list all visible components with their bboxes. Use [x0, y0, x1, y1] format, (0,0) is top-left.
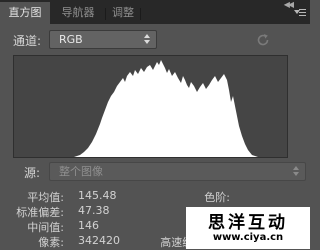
std-dev-value: 47.38: [78, 204, 110, 217]
watermark-url: www.ciya.cn: [212, 232, 284, 243]
chevron-updown-icon: [293, 165, 300, 178]
tab-histogram-label: 直方图: [8, 6, 42, 19]
tab-navigator-label: 导航器: [61, 6, 95, 19]
histogram-graph: [14, 60, 287, 157]
pixels-value: 342420: [78, 234, 120, 247]
panel-tab-bar: 直方图 导航器 调整 ◀◀: [0, 0, 310, 24]
std-dev-label: 标准偏差:: [16, 206, 64, 219]
histogram-panel: 直方图 导航器 调整 ◀◀ 通道: RGB 源: 整个图像 平均值: 145.4…: [0, 0, 310, 249]
channel-select-value: RGB: [59, 33, 83, 46]
panel-menu-icon[interactable]: [294, 9, 306, 17]
median-label: 中间值:: [27, 221, 64, 234]
pixels-label: 像素:: [38, 236, 64, 249]
collapse-icon[interactable]: ◀◀: [284, 0, 294, 9]
chevron-updown-icon: [144, 33, 151, 46]
level-label: 色阶:: [204, 191, 230, 204]
tab-adjustments-label: 调整: [112, 6, 134, 19]
refresh-icon[interactable]: [256, 33, 270, 47]
source-label: 源:: [24, 166, 41, 180]
mean-label: 平均值:: [27, 191, 64, 204]
mean-value: 145.48: [78, 189, 117, 202]
tab-histogram[interactable]: 直方图: [0, 2, 50, 24]
watermark-title: 思洋互动: [208, 213, 288, 233]
median-value: 146: [78, 219, 99, 232]
channel-label: 通道:: [13, 34, 42, 48]
tab-adjustments[interactable]: 调整: [106, 2, 141, 24]
source-select[interactable]: 整个图像: [49, 162, 306, 181]
channel-select[interactable]: RGB: [49, 30, 157, 49]
histogram-chart: [13, 55, 288, 158]
source-select-value: 整个图像: [59, 165, 103, 178]
watermark: 思洋互动 www.ciya.cn: [186, 207, 310, 249]
tab-navigator[interactable]: 导航器: [51, 2, 106, 24]
